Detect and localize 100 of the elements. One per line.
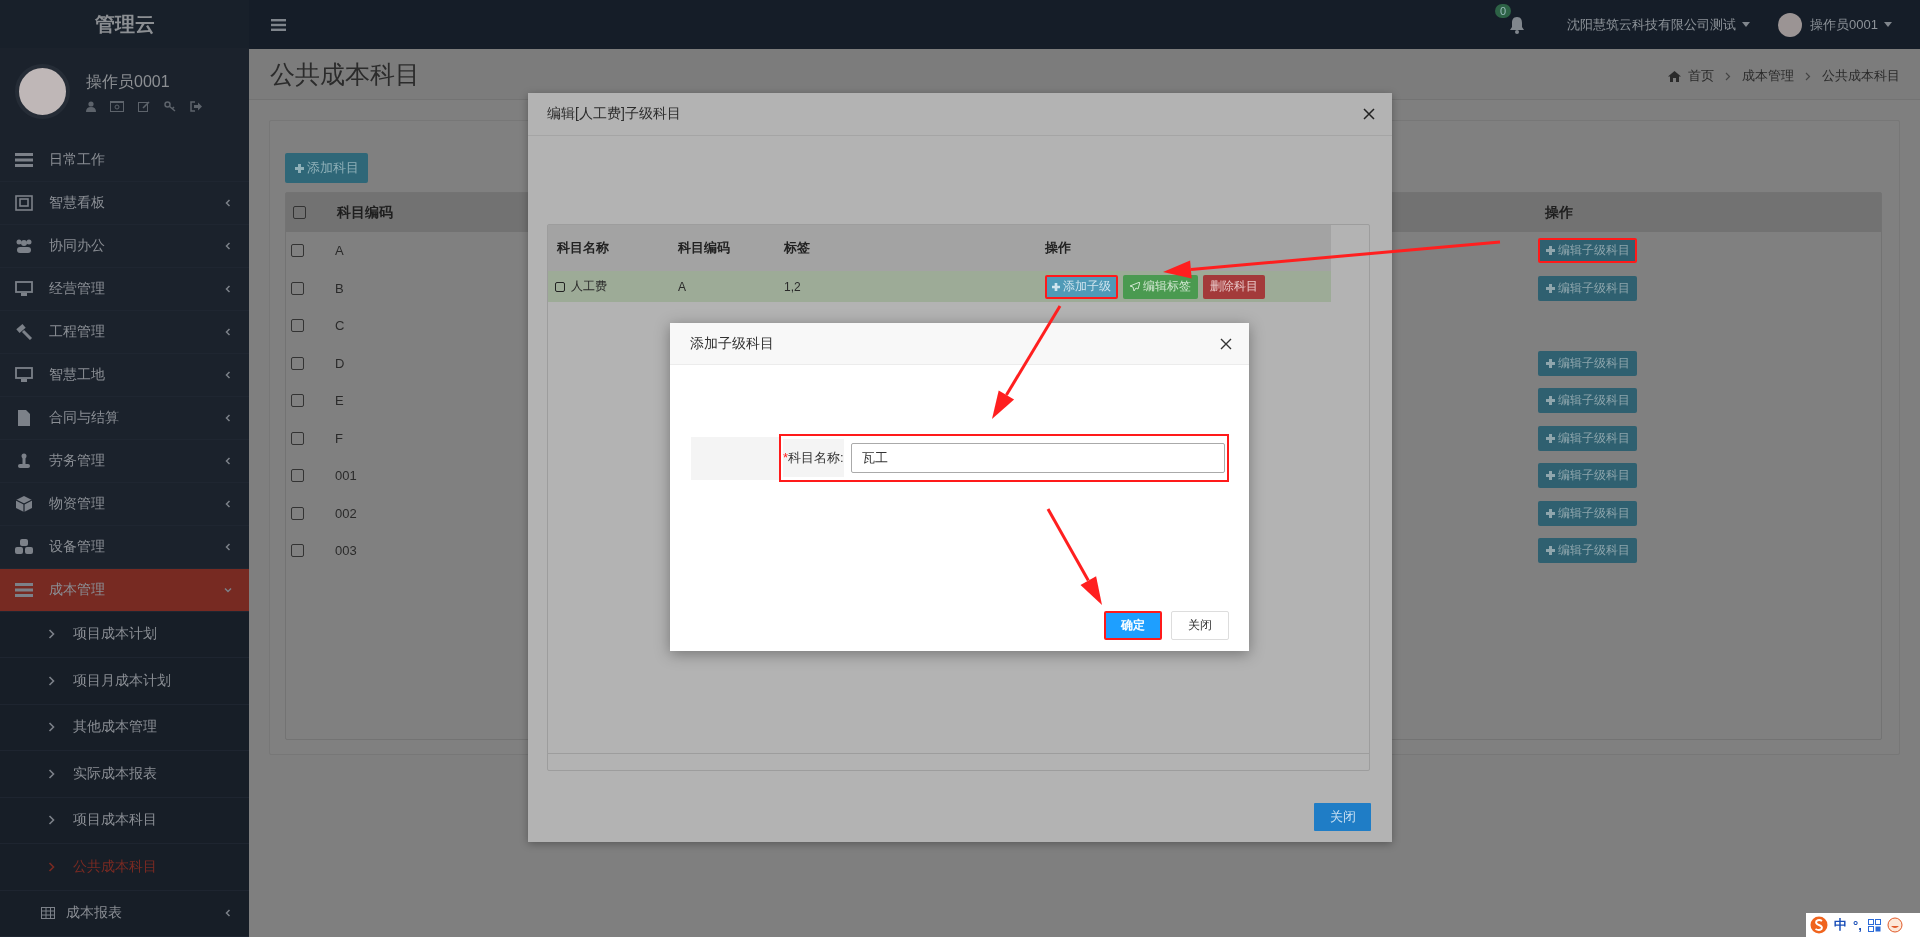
edit-children-button[interactable]: 编辑子级科目 (1538, 425, 1637, 451)
breadcrumb-link[interactable]: 成本管理 (1742, 67, 1794, 85)
checkbox[interactable] (291, 319, 304, 333)
table-cell: 002 (335, 505, 357, 521)
edit-children-button[interactable]: 编辑子级科目 (1538, 538, 1637, 564)
edit-children-button[interactable]: 编辑子级科目 (1538, 500, 1637, 526)
modal-title: 添加子级科目 (690, 334, 775, 353)
chevron-left-icon (224, 370, 232, 379)
logo-icon[interactable] (1810, 916, 1828, 934)
edit-children-button[interactable]: 编辑子级科目 (1538, 463, 1637, 489)
checkbox[interactable] (291, 281, 304, 295)
key-icon[interactable] (164, 100, 176, 112)
page-title: 公共成本科目 (270, 58, 420, 90)
table-cell: B (335, 280, 344, 296)
plus-icon (1545, 283, 1555, 293)
edit-children-button[interactable]: 编辑子级科目 (1538, 238, 1637, 264)
checkbox[interactable] (291, 356, 304, 370)
confirm-button[interactable]: 确定 (1104, 611, 1162, 640)
company-dropdown[interactable]: 沈阳慧筑云科技有限公司测试 (1567, 15, 1751, 34)
grid-icon[interactable] (1867, 918, 1881, 932)
add-subject-button[interactable]: 添加科目 (285, 153, 368, 183)
plus-icon (1545, 546, 1555, 556)
menu-item[interactable]: 成本管理 (0, 568, 249, 612)
ime-button[interactable]: 中 (1834, 916, 1847, 934)
submenu-item[interactable]: 其他成本管理 (0, 704, 249, 751)
menu-item[interactable]: 日常工作 (0, 138, 249, 182)
chevron-left-icon (224, 909, 232, 918)
chevron-left-icon (224, 456, 232, 465)
chevron-right-icon (48, 629, 55, 640)
menu-item[interactable]: 合同与结算 (0, 396, 249, 440)
plus-icon (1052, 282, 1060, 291)
chevron-left-icon (224, 499, 232, 508)
menu-item[interactable]: 智慧看板 (0, 181, 249, 225)
home-icon (1668, 70, 1681, 82)
menu-item[interactable]: 物资管理 (0, 482, 249, 526)
name-input[interactable]: 瓦工 (850, 443, 1225, 473)
notification-badge: 0 (1495, 3, 1512, 18)
checkbox[interactable] (291, 544, 304, 558)
submenu-item[interactable]: 实际成本报表 (0, 751, 249, 798)
submenu-item[interactable]: 项目成本科目 (0, 797, 249, 844)
close-icon[interactable] (1363, 108, 1375, 120)
submenu-item[interactable]: 项目月成本计划 (0, 658, 249, 705)
column-header: 操作 (1545, 203, 1573, 222)
id-card-icon[interactable] (110, 100, 124, 112)
bell-icon[interactable] (1509, 15, 1526, 34)
caret-icon (1884, 22, 1892, 27)
plus-icon (1545, 358, 1555, 368)
file-icon (15, 409, 33, 426)
cube-icon (15, 495, 33, 512)
user-name: 操作员0001 (86, 71, 171, 92)
close-icon[interactable] (1220, 337, 1232, 350)
edit-children-button[interactable]: 编辑子级科目 (1538, 350, 1637, 376)
avatar (1778, 12, 1803, 37)
table-cell: 人工费 (571, 278, 607, 295)
menu-item[interactable]: 协同办公 (0, 224, 249, 268)
checkbox[interactable] (291, 244, 304, 258)
submenu-item[interactable]: 成本报表 (0, 890, 249, 937)
column-header: 标签 (784, 239, 811, 257)
chevron-left-icon (224, 198, 232, 207)
close-button[interactable]: 关闭 (1314, 803, 1371, 831)
ime-button[interactable]: °, (1853, 917, 1862, 933)
menu-icon[interactable] (271, 18, 286, 31)
chevron-right-icon (48, 722, 55, 733)
checkbox[interactable] (291, 431, 304, 445)
mascot-icon[interactable] (1886, 917, 1903, 933)
user-dropdown[interactable]: 操作员0001 (1810, 15, 1892, 34)
breadcrumb-link[interactable]: 首页 (1688, 67, 1714, 85)
users-icon (15, 237, 33, 254)
checkbox[interactable] (291, 506, 304, 520)
user-icon[interactable] (86, 100, 96, 112)
caret-icon (1742, 22, 1751, 27)
table-cell: 003 (335, 543, 357, 559)
checkbox[interactable] (293, 206, 306, 219)
frame-icon (15, 194, 33, 211)
checkbox[interactable] (291, 394, 304, 408)
edit-children-button[interactable]: 编辑子级科目 (1538, 388, 1637, 414)
paper-plane-icon (1130, 282, 1140, 291)
plus-icon (294, 163, 304, 173)
table-cell: D (335, 355, 345, 371)
chevron-left-icon (224, 542, 232, 551)
modal-title: 编辑[人工费]子级科目 (547, 105, 682, 123)
close-button[interactable]: 关闭 (1171, 611, 1229, 640)
table-cell: E (335, 393, 344, 409)
delete-subject-button[interactable]: 删除科目 (1203, 274, 1265, 299)
table-cell: A (335, 243, 344, 259)
field-label: *科目名称: (783, 439, 844, 477)
edit-tags-button[interactable]: 编辑标签 (1123, 274, 1198, 299)
table-row[interactable]: 人工费 A 1,2 添加子级 编辑标签 删除科目 (548, 271, 1331, 302)
submenu-item[interactable]: 项目成本计划 (0, 611, 249, 658)
table-cell-text: 1,2 (784, 279, 802, 294)
logout-icon[interactable] (190, 100, 202, 112)
table-cell: F (335, 430, 343, 446)
menu-item[interactable]: 设备管理 (0, 525, 249, 569)
checkbox[interactable] (291, 469, 304, 483)
edit-children-button[interactable]: 编辑子级科目 (1538, 275, 1637, 301)
brand-title: 管理云 (94, 11, 155, 37)
plus-icon (1545, 396, 1555, 406)
edit-icon[interactable] (138, 100, 150, 112)
chevron-left-icon (224, 413, 232, 422)
table-icon (41, 907, 55, 920)
